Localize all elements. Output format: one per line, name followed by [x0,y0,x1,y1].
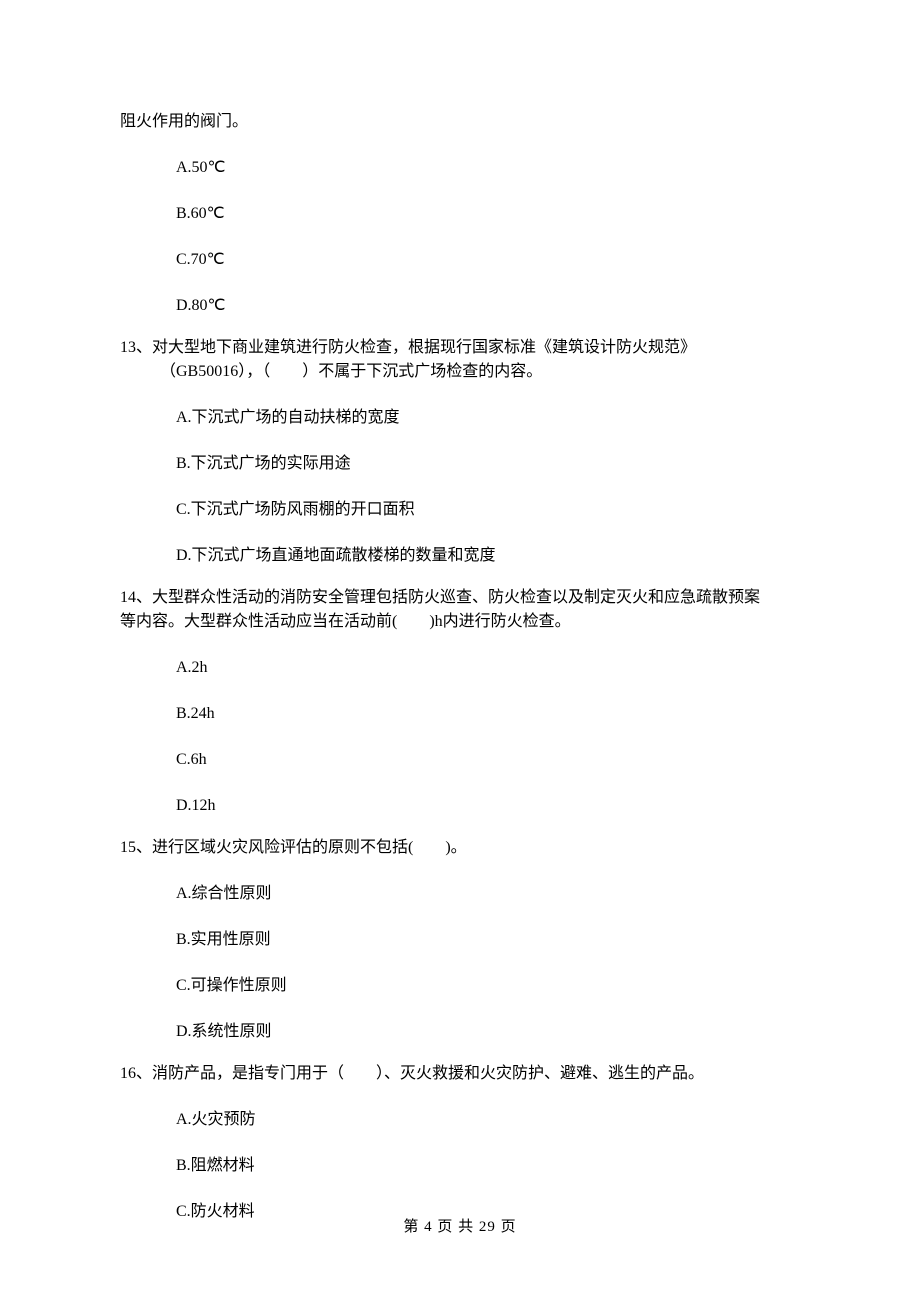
q12-stem-continuation: 阻火作用的阀门。 [120,110,800,134]
q14-option-c: C.6h [120,748,800,772]
q13-option-d: D.下沉式广场直通地面疏散楼梯的数量和宽度 [120,544,800,568]
q12-option-b: B.60℃ [120,202,800,226]
q13-stem-cont: （GB50016），（ ）不属于下沉式广场检查的内容。 [120,360,800,384]
q12-option-a: A.50℃ [120,156,800,180]
q15-option-b: B.实用性原则 [120,928,800,952]
q13-option-a: A.下沉式广场的自动扶梯的宽度 [120,406,800,430]
q16-stem: 16、消防产品，是指专门用于（ ）、灭火救援和火灾防护、避难、逃生的产品。 [120,1062,800,1086]
q15-option-d: D.系统性原则 [120,1020,800,1044]
q16-option-b: B.阻燃材料 [120,1154,800,1178]
q13-option-c: C.下沉式广场防风雨棚的开口面积 [120,498,800,522]
q13-stem: 13、对大型地下商业建筑进行防火检查，根据现行国家标准《建筑设计防火规范》 [120,336,800,360]
q12-option-c: C.70℃ [120,248,800,272]
q13-option-b: B.下沉式广场的实际用途 [120,452,800,476]
q16-option-a: A.火灾预防 [120,1108,800,1132]
q12-option-d: D.80℃ [120,294,800,318]
q14-stem: 14、大型群众性活动的消防安全管理包括防火巡查、防火检查以及制定灭火和应急疏散预… [120,586,800,610]
q15-stem: 15、进行区域火灾风险评估的原则不包括( )。 [120,836,800,860]
q14-option-a: A.2h [120,656,800,680]
q15-option-a: A.综合性原则 [120,882,800,906]
q15-option-c: C.可操作性原则 [120,974,800,998]
page: 阻火作用的阀门。 A.50℃ B.60℃ C.70℃ D.80℃ 13、对大型地… [0,0,920,1302]
page-footer: 第 4 页 共 29 页 [0,1216,920,1239]
q14-option-d: D.12h [120,794,800,818]
q14-stem-cont: 等内容。大型群众性活动应当在活动前( )h内进行防火检查。 [120,610,800,634]
q14-option-b: B.24h [120,702,800,726]
